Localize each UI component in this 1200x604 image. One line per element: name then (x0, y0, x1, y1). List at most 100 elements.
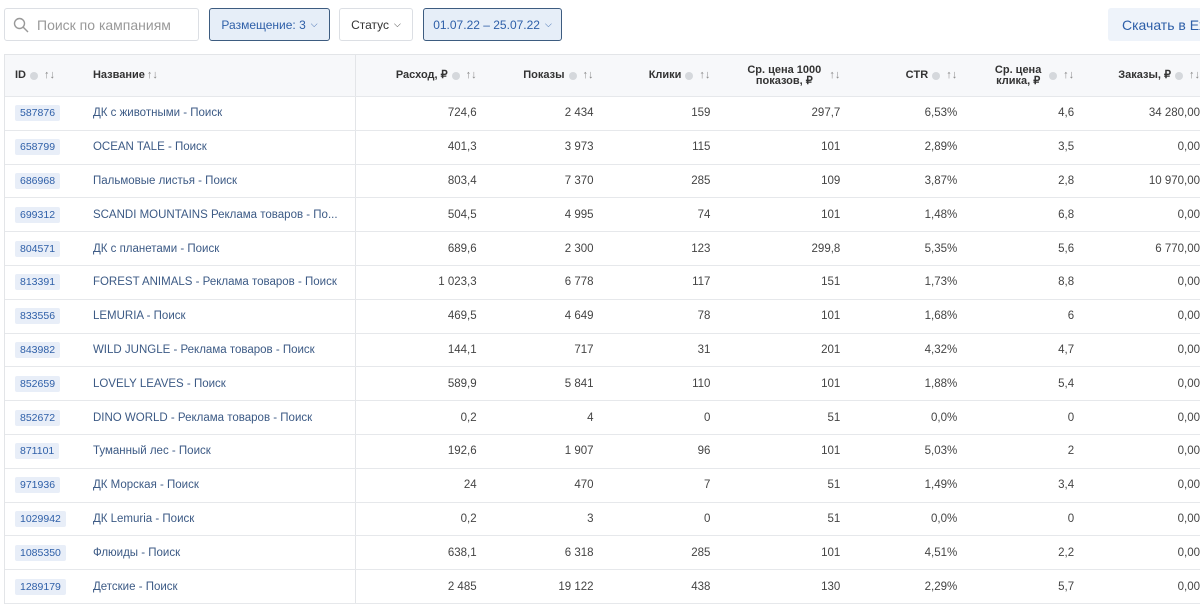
views-value: 4 649 (564, 310, 594, 323)
cell-orders: 0,00 (1088, 300, 1200, 333)
cell-name: WILD JUNGLE - Реклама товаров - Поиск (81, 333, 356, 367)
cpc-value: 2,2 (1058, 546, 1075, 559)
campaign-name-link[interactable]: LEMURIA - Поиск (93, 310, 186, 322)
campaign-id-badge[interactable]: 971936 (15, 477, 61, 494)
campaign-name-link[interactable]: OCEAN TALE - Поиск (93, 141, 207, 153)
status-filter-button[interactable]: Статус ⌵ (339, 8, 413, 41)
campaign-name-link[interactable]: Флюиды - Поиск (93, 547, 180, 559)
header-ctr[interactable]: CTR ↑↓ (854, 55, 971, 96)
cell-ctr: 1,68% (854, 300, 971, 333)
header-cpm[interactable]: Ср. цена 1000 показов, ₽ ↑↓ (724, 55, 854, 96)
clicks-value: 285 (691, 174, 711, 187)
campaign-id-badge[interactable]: 658799 (15, 139, 61, 156)
orders-value: 0,00 (1177, 310, 1200, 323)
header-name[interactable]: Название ↑↓ (81, 55, 356, 96)
cpc-value: 2,8 (1058, 174, 1075, 187)
campaign-id-badge[interactable]: 813391 (15, 274, 61, 291)
sort-icon[interactable]: ↑↓ (699, 70, 710, 81)
cell-cpm: 109 (724, 165, 854, 198)
sort-icon[interactable]: ↑↓ (466, 70, 477, 81)
campaign-id-badge[interactable]: 1289179 (15, 578, 66, 595)
campaign-name-link[interactable]: Детские - Поиск (93, 581, 178, 593)
campaign-name-link[interactable]: ДК с планетами - Поиск (93, 243, 219, 255)
header-views[interactable]: Показы ↑↓ (491, 55, 608, 96)
cpm-value: 109 (821, 174, 841, 187)
cell-views: 4 (491, 401, 608, 434)
cell-spend: 2 485 (356, 570, 491, 603)
orders-value: 0,00 (1177, 377, 1200, 390)
clicks-value: 7 (704, 479, 711, 492)
campaign-id-badge[interactable]: 587876 (15, 105, 61, 122)
sort-icon[interactable]: ↑↓ (44, 70, 55, 81)
header-label: Заказы, ₽ (1118, 69, 1172, 81)
date-range-button[interactable]: 01.07.22 – 25.07.22 ⌵ (423, 8, 562, 41)
cell-ctr: 6,53% (854, 97, 971, 130)
search-input[interactable]: Поиск по кампаниям (4, 8, 199, 41)
campaign-id-badge[interactable]: 686968 (15, 172, 61, 189)
table-row: 804571 ДК с планетами - Поиск 689,6 2 300 12… (5, 232, 1200, 266)
cell-ctr: 3,87% (854, 165, 971, 198)
chevron-down-icon: ⌵ (394, 19, 401, 29)
campaign-id-badge[interactable]: 871101 (15, 443, 60, 460)
clicks-value: 159 (691, 107, 711, 120)
header-spend[interactable]: Расход, ₽ ↑↓ (356, 55, 491, 96)
sort-icon[interactable]: ↑↓ (147, 70, 158, 81)
cell-cpc: 3,5 (971, 131, 1088, 164)
campaign-id-badge[interactable]: 1085350 (15, 544, 66, 561)
campaign-id-badge[interactable]: 833556 (15, 308, 61, 325)
cell-name: ДК с планетами - Поиск (81, 232, 356, 265)
header-cpc[interactable]: Ср. цена клика, ₽ ↑↓ (971, 55, 1088, 96)
cell-views: 3 (491, 503, 608, 536)
campaign-name-link[interactable]: Туманный лес - Поиск (93, 445, 211, 457)
ctr-value: 4,32% (924, 343, 958, 356)
header-orders[interactable]: Заказы, ₽ ↑↓ (1088, 55, 1200, 96)
cell-views: 4 649 (491, 300, 608, 333)
placement-filter-button[interactable]: Размещение: 3 ⌵ (209, 8, 330, 41)
cell-orders: 0,00 (1088, 570, 1200, 603)
cell-orders: 0,00 (1088, 503, 1200, 536)
campaign-name-link[interactable]: Пальмовые листья - Поиск (93, 175, 237, 187)
cpc-value: 0 (1067, 512, 1075, 525)
campaign-name-link[interactable]: DINO WORLD - Реклама товаров - Поиск (93, 412, 312, 424)
info-icon (932, 71, 941, 80)
campaign-name-link[interactable]: ДК с животными - Поиск (93, 107, 222, 119)
sort-icon[interactable]: ↑↓ (1189, 70, 1200, 81)
campaign-name-link[interactable]: WILD JUNGLE - Реклама товаров - Поиск (93, 344, 315, 356)
clicks-value: 285 (691, 546, 711, 559)
campaign-name-link[interactable]: LOVELY LEAVES - Поиск (93, 378, 226, 390)
cell-cpc: 2 (971, 435, 1088, 468)
views-value: 4 (587, 411, 594, 424)
sort-icon[interactable]: ↑↓ (946, 70, 957, 81)
campaign-name-link[interactable]: SCANDI MOUNTAINS Реклама товаров - По... (93, 209, 338, 221)
ctr-value: 4,51% (924, 546, 958, 559)
campaign-name-link[interactable]: ДК Морская - Поиск (93, 479, 199, 491)
ctr-value: 6,53% (924, 107, 958, 120)
sort-icon[interactable]: ↑↓ (829, 70, 840, 81)
table-row: 699312 SCANDI MOUNTAINS Реклама товаров -… (5, 198, 1200, 233)
table-row: 871101 Туманный лес - Поиск 192,6 1 907 96 10… (5, 434, 1200, 469)
cpm-value: 101 (821, 310, 841, 323)
sort-icon[interactable]: ↑↓ (1063, 70, 1074, 81)
download-excel-button[interactable]: Скачать в Excel (1108, 8, 1200, 41)
header-clicks[interactable]: Клики ↑↓ (608, 55, 725, 96)
campaign-id-badge[interactable]: 804571 (15, 240, 61, 257)
campaign-id-badge[interactable]: 699312 (15, 206, 61, 223)
cell-name: SCANDI MOUNTAINS Реклама товаров - По... (81, 198, 356, 232)
campaign-name-link[interactable]: ДК Lemuria - Поиск (93, 513, 194, 525)
cell-orders: 0,00 (1088, 401, 1200, 434)
ctr-value: 2,89% (924, 141, 958, 154)
header-id[interactable]: ID ↑↓ (5, 55, 81, 96)
cpc-value: 0 (1067, 411, 1075, 424)
campaign-id-badge[interactable]: 852659 (15, 375, 61, 392)
cell-cpc: 6,8 (971, 198, 1088, 231)
header-label: Расход, ₽ (395, 69, 448, 81)
campaign-id-badge[interactable]: 843982 (15, 341, 61, 358)
campaign-id-badge[interactable]: 852672 (15, 409, 61, 426)
campaign-name-link[interactable]: FOREST ANIMALS - Реклама товаров - Поиск (93, 276, 337, 288)
ctr-value: 1,88% (924, 377, 958, 390)
cell-cpc: 0 (971, 503, 1088, 536)
cell-spend: 0,2 (356, 503, 491, 536)
campaign-id-badge[interactable]: 1029942 (15, 510, 66, 527)
sort-icon[interactable]: ↑↓ (583, 70, 594, 81)
cell-views: 7 370 (491, 165, 608, 198)
